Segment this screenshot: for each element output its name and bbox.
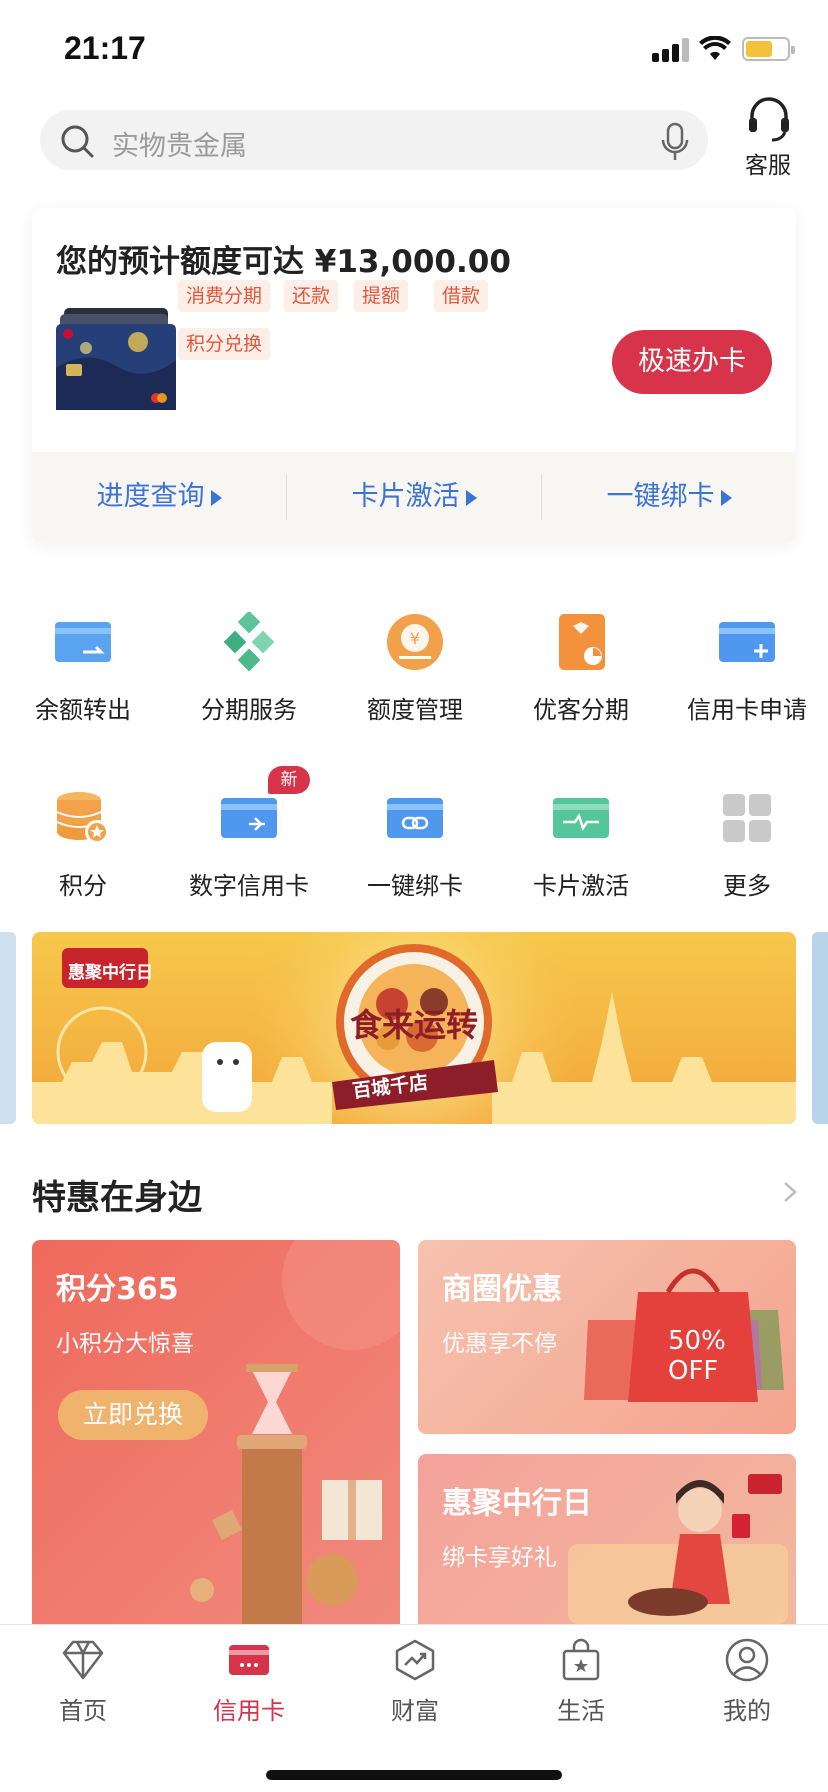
tab-life-label: 生活 — [557, 1697, 605, 1725]
play-arrow-icon — [465, 489, 477, 506]
grid-item-limit-management[interactable]: ¥ 额度管理 — [332, 612, 498, 732]
service-label: 客服 — [745, 153, 791, 179]
banner-next-slide[interactable] — [812, 932, 828, 1124]
tab-mine[interactable]: 我的 — [664, 1637, 828, 1727]
tab-wealth[interactable]: 财富 — [332, 1637, 498, 1727]
card-activate-label: 卡片激活 — [533, 872, 629, 900]
credit-card-panel: 您的预计额度可达 ¥13,000.00 消费分期 还款 提额 借款 积分兑换 极… — [32, 208, 796, 542]
banner-headline: 食来运转 — [349, 1006, 478, 1044]
section-title: 特惠在身边 — [32, 1178, 202, 1218]
digital-card-label: 数字信用卡 — [189, 872, 309, 900]
bind-card-label: 一键绑卡 — [606, 481, 715, 512]
grid-item-card-apply[interactable]: 信用卡申请 — [664, 612, 828, 732]
banner-logo-text: 惠聚中行日 — [68, 963, 153, 983]
search-placeholder: 实物贵金属 — [112, 131, 247, 162]
tag-points-exchange[interactable]: 积分兑换 — [178, 328, 271, 360]
promo-mall-deals[interactable]: 商圈优惠 优惠享不停 50% OFF — [418, 1240, 796, 1434]
grid-item-more[interactable]: 更多 — [664, 788, 828, 908]
sale-off-text: OFF — [668, 1356, 719, 1386]
bottom-tab-bar: 首页 信用卡 财富 生活 我的 — [0, 1624, 828, 1792]
svg-text:¥: ¥ — [410, 629, 420, 648]
balance-transfer-label: 余额转出 — [35, 696, 131, 724]
banner-previous-slide[interactable] — [0, 932, 16, 1124]
home-indicator[interactable] — [266, 1770, 562, 1780]
balance-transfer-icon — [55, 622, 111, 662]
tab-home-label: 首页 — [59, 1697, 107, 1725]
tag-repayment[interactable]: 还款 — [284, 280, 339, 312]
more-grid-icon — [723, 794, 771, 842]
card-activate-link[interactable]: 卡片激活 — [287, 452, 541, 542]
grid-item-balance-transfer[interactable]: 余额转出 — [0, 612, 166, 732]
redeem-now-button[interactable]: 立即兑换 — [58, 1390, 208, 1440]
microphone-icon[interactable] — [660, 122, 690, 162]
new-badge: 新 — [268, 766, 310, 794]
tag-installment[interactable]: 消费分期 — [178, 280, 271, 312]
installment-service-label: 分期服务 — [201, 696, 297, 724]
progress-query-label: 进度查询 — [96, 481, 205, 512]
grid-item-points[interactable]: 积分 — [0, 788, 166, 908]
limit-management-icon: ¥ — [387, 614, 443, 670]
points-icon — [56, 792, 109, 844]
shopping-bag-star-icon — [562, 1638, 600, 1681]
cellular-signal-icon — [652, 38, 690, 62]
grid-item-installment-service[interactable]: 分期服务 — [166, 612, 332, 732]
bind-card-label: 一键绑卡 — [367, 872, 463, 900]
boc-day-promo-title: 惠聚中行日 — [442, 1486, 592, 1521]
card-quick-links: 进度查询 卡片激活 一键绑卡 — [32, 452, 796, 542]
search-icon — [61, 125, 94, 158]
bind-card-icon — [387, 798, 443, 838]
status-time: 21:17 — [64, 30, 146, 66]
tab-credit-card[interactable]: 信用卡 — [166, 1637, 332, 1727]
card-apply-label: 信用卡申请 — [687, 696, 807, 724]
youke-installment-label: 优客分期 — [533, 696, 629, 724]
points-label: 积分 — [59, 872, 107, 900]
grid-item-youke-installment[interactable]: 优客分期 — [498, 612, 664, 732]
diamond-icon — [62, 1640, 104, 1680]
boc-day-promo-subtitle: 绑卡享好礼 — [442, 1545, 557, 1571]
wealth-chart-icon — [395, 1639, 435, 1681]
chevron-right-icon[interactable] — [780, 1180, 800, 1204]
play-arrow-icon — [720, 489, 732, 506]
installment-service-icon — [223, 612, 275, 672]
credit-card-icon — [229, 1645, 269, 1675]
grid-item-digital-card[interactable]: 数字信用卡 — [166, 788, 332, 908]
tag-loan[interactable]: 借款 — [434, 280, 489, 312]
estimated-limit-title: 您的预计额度可达 ¥13,000.00 — [56, 244, 511, 280]
points-promo-title: 积分365 — [56, 1272, 179, 1307]
tag-raise-limit[interactable]: 提额 — [354, 280, 409, 312]
points-promo-subtitle: 小积分大惊喜 — [56, 1331, 194, 1357]
battery-icon — [742, 37, 795, 61]
quick-apply-button[interactable]: 极速办卡 — [612, 330, 772, 394]
tab-home[interactable]: 首页 — [0, 1637, 166, 1727]
bind-card-link[interactable]: 一键绑卡 — [542, 452, 796, 542]
card-activate-icon — [553, 798, 609, 838]
grid-item-card-activate[interactable]: 卡片激活 — [498, 788, 664, 908]
profile-icon — [725, 1638, 769, 1682]
card-activate-label: 卡片激活 — [351, 481, 460, 512]
credit-card-image[interactable] — [56, 308, 176, 410]
progress-query-link[interactable]: 进度查询 — [32, 452, 286, 542]
more-label: 更多 — [723, 872, 771, 900]
play-arrow-icon — [210, 489, 222, 506]
digital-card-icon — [221, 798, 277, 838]
headset-icon — [749, 97, 789, 142]
sale-percent-text: 50% — [668, 1326, 726, 1356]
promo-points-365[interactable]: 积分365 小积分大惊喜 立即兑换 — [32, 1240, 400, 1640]
youke-installment-icon — [559, 614, 605, 670]
tab-credit-card-label: 信用卡 — [213, 1697, 285, 1725]
customer-service-button[interactable]: 客服 — [738, 96, 798, 179]
status-bar: 21:17 — [0, 0, 828, 96]
tab-wealth-label: 财富 — [391, 1697, 439, 1725]
mall-promo-subtitle: 优惠享不停 — [442, 1331, 557, 1357]
card-apply-icon — [719, 622, 775, 662]
promo-boc-day[interactable]: 惠聚中行日 绑卡享好礼 — [418, 1454, 796, 1640]
mall-promo-title: 商圈优惠 — [442, 1272, 562, 1307]
tab-mine-label: 我的 — [723, 1697, 771, 1725]
promo-banner[interactable]: 惠聚中行日 食来运转 百城千店 — [32, 932, 796, 1124]
limit-management-label: 额度管理 — [367, 696, 463, 724]
wifi-icon — [699, 36, 731, 60]
grid-item-bind-card[interactable]: 一键绑卡 — [332, 788, 498, 908]
tab-life[interactable]: 生活 — [498, 1637, 664, 1727]
search-bar[interactable]: 实物贵金属 — [40, 110, 708, 170]
